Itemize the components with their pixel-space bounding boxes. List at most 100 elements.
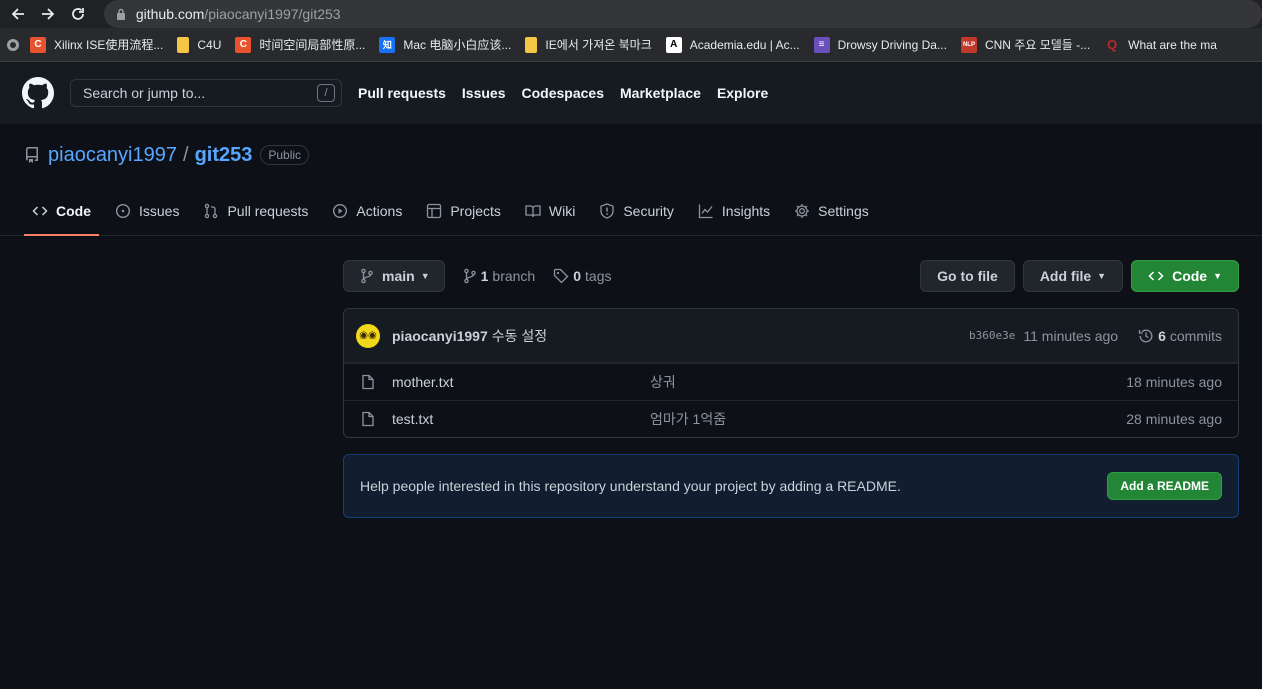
- search-input[interactable]: Search or jump to... /: [70, 79, 342, 107]
- commits-link[interactable]: 6 commits: [1138, 328, 1222, 344]
- branches-link[interactable]: 1 branch: [463, 268, 535, 284]
- gear-icon: [794, 203, 818, 219]
- repo-main: main ▼ 1 branch 0 tags Go to file Add fi…: [343, 260, 1239, 518]
- url-path: /piaocanyi1997/git253: [204, 6, 341, 22]
- file-commit-message[interactable]: 엄마가 1억줌: [650, 409, 1126, 429]
- slash-key-hint: /: [317, 84, 335, 102]
- csdn-icon: C: [30, 36, 46, 53]
- go-to-file-button[interactable]: Go to file: [920, 260, 1015, 292]
- play-icon: [332, 203, 356, 219]
- branch-icon: [360, 268, 374, 284]
- repo-name-link[interactable]: git253: [195, 144, 253, 167]
- add-file-button[interactable]: Add file ▼: [1022, 260, 1124, 292]
- csdn-icon: C: [235, 36, 252, 53]
- file-name-link[interactable]: test.txt: [392, 411, 650, 427]
- nav-codespaces[interactable]: Codespaces: [522, 85, 604, 101]
- reload-icon[interactable]: [66, 2, 90, 26]
- table-row: test.txt 엄마가 1억줌 28 minutes ago: [344, 400, 1238, 437]
- zhihu-icon: 知: [379, 36, 396, 53]
- tags-link[interactable]: 0 tags: [553, 268, 611, 284]
- globe-icon: [6, 38, 20, 52]
- bookmark-item[interactable]: C4U: [177, 36, 221, 53]
- pull-request-icon: [203, 203, 227, 219]
- nlp-blog-icon: NLP: [960, 36, 977, 53]
- nav-issues[interactable]: Issues: [462, 85, 506, 101]
- branch-icon: [463, 268, 477, 284]
- list-icon: ≡: [813, 36, 830, 53]
- visibility-badge: Public: [260, 145, 310, 165]
- file-icon: [360, 411, 376, 427]
- add-readme-button[interactable]: Add a README: [1107, 472, 1222, 500]
- tag-icon: [553, 268, 569, 284]
- commit-author[interactable]: piaocanyi1997: [392, 328, 488, 344]
- github-header: Search or jump to... / Pull requests Iss…: [0, 62, 1262, 124]
- bookmark-item[interactable]: ≡ Drowsy Driving Da...: [813, 36, 947, 53]
- file-navigation: main ▼ 1 branch 0 tags Go to file Add fi…: [343, 260, 1239, 292]
- code-icon: [1148, 268, 1164, 284]
- graph-icon: [698, 203, 722, 219]
- table-icon: [426, 203, 450, 219]
- forward-icon[interactable]: [36, 2, 60, 26]
- repo-owner-link[interactable]: piaocanyi1997: [48, 144, 177, 167]
- repo-header: piaocanyi1997 / git253 Public: [0, 124, 1262, 186]
- commit-age[interactable]: 11 minutes ago: [1023, 328, 1118, 344]
- nav-explore[interactable]: Explore: [717, 85, 768, 101]
- chevron-down-icon: ▼: [1097, 271, 1107, 281]
- code-icon: [32, 203, 56, 219]
- history-icon: [1138, 328, 1154, 344]
- branch-count: 1: [480, 268, 489, 284]
- repo-path-separator: /: [183, 143, 189, 166]
- code-button[interactable]: Code ▼: [1131, 260, 1239, 292]
- table-row: mother.txt 상궈 18 minutes ago: [344, 363, 1238, 400]
- chevron-down-icon: ▼: [1213, 271, 1222, 281]
- lock-icon: [116, 8, 126, 20]
- back-icon[interactable]: [6, 2, 30, 26]
- tab-settings[interactable]: Settings: [786, 186, 877, 235]
- tab-pull-requests[interactable]: Pull requests: [195, 186, 316, 235]
- folder-icon: [525, 36, 538, 53]
- bookmark-item[interactable]: 知 Mac 电脑小白应该...: [379, 36, 511, 53]
- file-age: 18 minutes ago: [1126, 374, 1222, 390]
- bookmark-item[interactable]: C 时间空间局部性原...: [235, 36, 365, 53]
- commit-sha[interactable]: b360e3e: [969, 329, 1015, 342]
- file-list: ◉◉ piaocanyi1997 수동 설정 b360e3e 11 minute…: [343, 308, 1239, 438]
- tab-wiki[interactable]: Wiki: [517, 186, 583, 235]
- avatar[interactable]: ◉◉: [356, 323, 380, 348]
- chevron-down-icon: ▼: [420, 271, 430, 281]
- bookmark-item[interactable]: IE에서 가져온 북마크: [525, 36, 652, 53]
- search-placeholder: Search or jump to...: [83, 85, 206, 101]
- tab-insights[interactable]: Insights: [690, 186, 778, 235]
- repo-icon: [24, 147, 40, 163]
- readme-prompt-text: Help people interested in this repositor…: [360, 478, 901, 494]
- nav-pull-requests[interactable]: Pull requests: [358, 85, 446, 101]
- tab-projects[interactable]: Projects: [418, 186, 509, 235]
- tab-code[interactable]: Code: [24, 186, 99, 236]
- url-host: github.com: [135, 6, 205, 22]
- issue-icon: [115, 203, 139, 219]
- bookmark-item[interactable]: NLP CNN 주요 모델들 -...: [960, 36, 1090, 53]
- folder-icon: [177, 36, 190, 53]
- latest-commit: ◉◉ piaocanyi1997 수동 설정 b360e3e 11 minute…: [344, 309, 1238, 363]
- academia-icon: A: [665, 36, 682, 53]
- commit-message[interactable]: 수동 설정: [492, 326, 547, 346]
- readme-prompt: Help people interested in this repositor…: [343, 454, 1239, 518]
- bookmark-item[interactable]: Q What are the ma: [1104, 37, 1217, 53]
- address-bar[interactable]: github.com/piaocanyi1997/git253: [103, 0, 1262, 28]
- github-logo-icon[interactable]: [22, 77, 54, 109]
- global-nav: Pull requests Issues Codespaces Marketpl…: [358, 85, 784, 101]
- file-commit-message[interactable]: 상궈: [650, 372, 1126, 392]
- branch-select-button[interactable]: main ▼: [343, 260, 445, 292]
- tab-security[interactable]: Security: [591, 186, 682, 235]
- file-name-link[interactable]: mother.txt: [392, 374, 650, 390]
- bookmark-item[interactable]: A Academia.edu | Ac...: [665, 36, 800, 53]
- shield-icon: [599, 202, 623, 219]
- nav-marketplace[interactable]: Marketplace: [620, 85, 701, 101]
- file-icon: [360, 374, 376, 390]
- bookmark-item[interactable]: C Xilinx ISE使用流程...: [30, 36, 163, 53]
- repo-tabs: Code Issues Pull requests Actions Projec…: [0, 186, 1262, 236]
- tag-count: 0: [573, 268, 582, 284]
- tab-issues[interactable]: Issues: [107, 186, 187, 235]
- quora-icon: Q: [1107, 37, 1118, 52]
- bookmarks-bar: C Xilinx ISE使用流程... C4U C 时间空间局部性原... 知 Mac…: [0, 28, 1262, 62]
- tab-actions[interactable]: Actions: [324, 186, 410, 235]
